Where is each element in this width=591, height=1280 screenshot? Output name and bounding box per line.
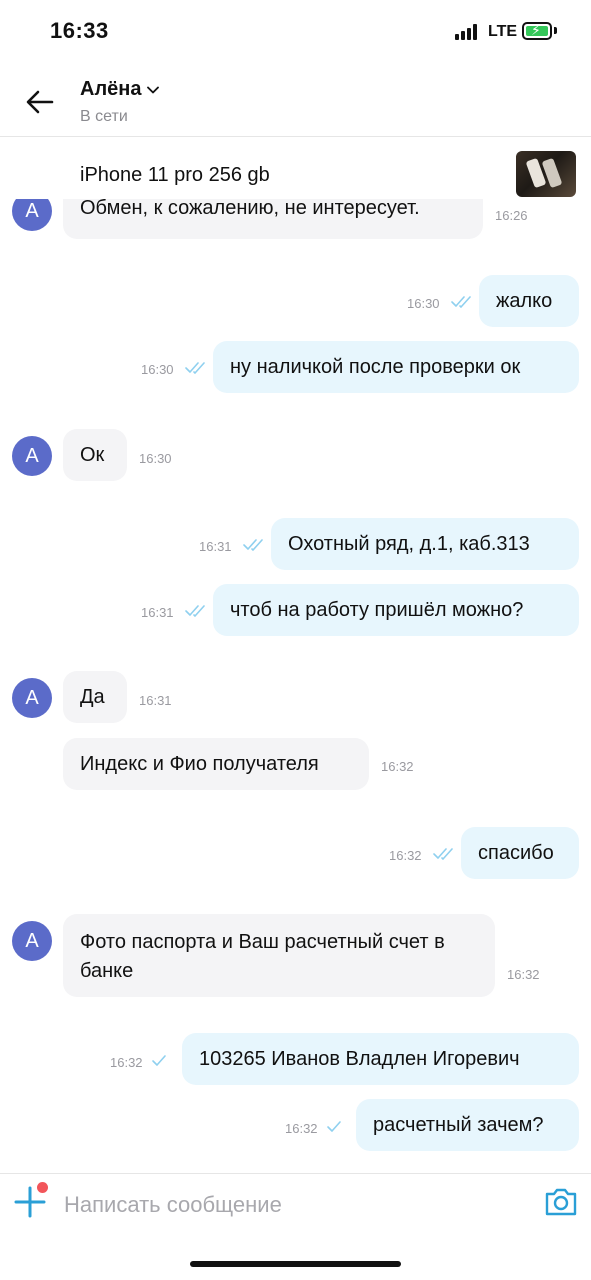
double-check-icon bbox=[185, 362, 205, 374]
message-text: Обмен, к сожалению, не интересует. bbox=[80, 199, 420, 219]
message-text: жалко bbox=[496, 289, 553, 312]
header-divider bbox=[0, 136, 591, 137]
composer-divider bbox=[0, 1173, 591, 1174]
arrow-left-icon bbox=[26, 90, 54, 114]
message-bubble-outgoing[interactable]: жалко bbox=[479, 275, 579, 327]
double-check-icon bbox=[433, 848, 453, 860]
message-text: 103265 Иванов Владлен Игоревич bbox=[199, 1047, 520, 1070]
message-bubble-incoming[interactable]: Обмен, к сожалению, не интересует. bbox=[63, 199, 483, 239]
product-title[interactable]: iPhone 11 pro 256 gb bbox=[80, 164, 270, 187]
product-thumbnail[interactable] bbox=[516, 151, 576, 197]
double-check-icon bbox=[451, 296, 471, 308]
message-time: 16:32 bbox=[110, 1055, 143, 1070]
contact-name: Алёна bbox=[80, 78, 142, 100]
network-type: LTE bbox=[488, 23, 518, 40]
cellular-signal-icon bbox=[455, 24, 481, 40]
notification-dot bbox=[37, 1182, 48, 1193]
message-text: Да bbox=[80, 685, 105, 708]
battery-charging-icon: ⚡ bbox=[522, 22, 552, 40]
home-indicator bbox=[190, 1261, 401, 1267]
double-check-icon bbox=[185, 605, 205, 617]
camera-icon bbox=[545, 1188, 577, 1216]
message-bubble-outgoing[interactable]: расчетный зачем? bbox=[356, 1099, 579, 1151]
message-time: 16:30 bbox=[139, 451, 172, 466]
battery-cap bbox=[554, 27, 557, 34]
message-text: Ок bbox=[80, 443, 105, 466]
message-bubble-incoming[interactable]: Да bbox=[63, 671, 127, 723]
message-bubble-outgoing[interactable]: чтоб на работу пришёл можно? bbox=[213, 584, 579, 636]
contact-avatar[interactable]: А bbox=[12, 678, 52, 718]
message-time: 16:32 bbox=[285, 1121, 318, 1136]
message-text: спасибо bbox=[478, 841, 554, 864]
message-time: 16:31 bbox=[199, 539, 232, 554]
message-time: 16:26 bbox=[495, 208, 528, 223]
double-check-icon bbox=[243, 539, 263, 551]
message-bubble-outgoing[interactable]: ну наличкой после проверки ок bbox=[213, 341, 579, 393]
contact-avatar[interactable]: А bbox=[12, 199, 52, 231]
status-time: 16:33 bbox=[50, 18, 109, 43]
message-bubble-incoming[interactable]: Фото паспорта и Ваш расчетный счет в бан… bbox=[63, 914, 495, 997]
message-time: 16:32 bbox=[507, 967, 540, 982]
message-time: 16:31 bbox=[141, 605, 174, 620]
message-text: расчетный зачем? bbox=[373, 1113, 544, 1136]
message-bubble-outgoing[interactable]: спасибо bbox=[461, 827, 579, 879]
message-input[interactable] bbox=[64, 1188, 524, 1222]
back-button[interactable] bbox=[22, 84, 58, 120]
online-status: В сети bbox=[80, 108, 128, 125]
message-time: 16:30 bbox=[141, 362, 174, 377]
message-text: чтоб на работу пришёл можно? bbox=[230, 598, 524, 621]
message-text: Фото паспорта и Ваш расчетный счет в бан… bbox=[80, 931, 445, 982]
message-text: Индекс и Фио получателя bbox=[80, 752, 319, 775]
contact-name-button[interactable]: Алёна bbox=[80, 78, 160, 101]
message-time: 16:32 bbox=[389, 848, 422, 863]
message-bubble-incoming[interactable]: Индекс и Фио получателя bbox=[63, 738, 369, 790]
message-list[interactable]: А Обмен, к сожалению, не интересует. 16:… bbox=[0, 199, 591, 1173]
message-time: 16:32 bbox=[381, 759, 414, 774]
message-bubble-incoming[interactable]: Ок bbox=[63, 429, 127, 481]
message-bubble-outgoing[interactable]: 103265 Иванов Владлен Игоревич bbox=[182, 1033, 579, 1085]
camera-button[interactable] bbox=[544, 1186, 578, 1218]
contact-avatar[interactable]: А bbox=[12, 921, 52, 961]
check-icon bbox=[152, 1055, 166, 1066]
message-time: 16:31 bbox=[139, 693, 172, 708]
check-icon bbox=[327, 1121, 341, 1132]
contact-avatar[interactable]: А bbox=[12, 436, 52, 476]
message-text: ну наличкой после проверки ок bbox=[230, 355, 521, 378]
message-bubble-outgoing[interactable]: Охотный ряд, д.1, каб.313 bbox=[271, 518, 579, 570]
message-time: 16:30 bbox=[407, 296, 440, 311]
chevron-down-icon bbox=[147, 86, 160, 93]
message-text: Охотный ряд, д.1, каб.313 bbox=[288, 532, 530, 555]
